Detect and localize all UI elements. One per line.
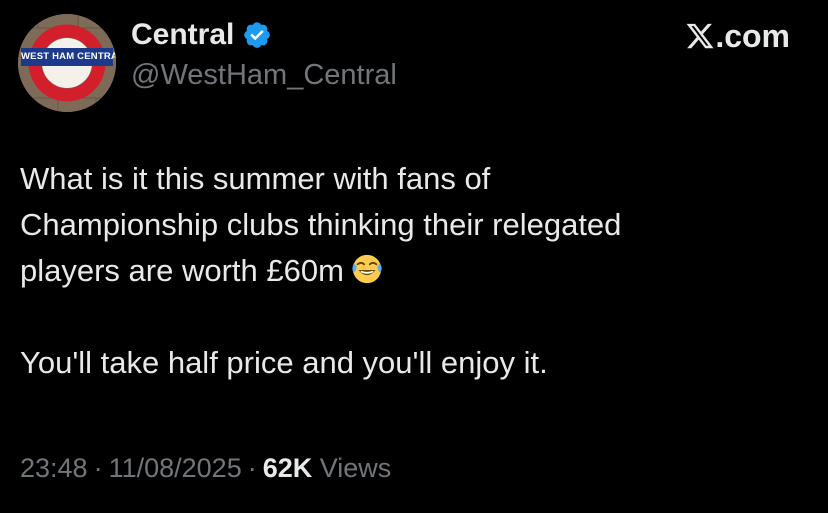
tweet-line-text: players are worth £60m: [20, 253, 344, 288]
tweet-line: What is it this summer with fans of: [20, 161, 491, 196]
tweet-line: You'll take half price and you'll enjoy …: [20, 345, 548, 380]
tweet-date[interactable]: 11/08/2025: [109, 453, 242, 483]
tweet-meta: 23:48 · 11/08/2025 · 62K Views: [20, 448, 391, 488]
tweet-time[interactable]: 23:48: [20, 453, 88, 483]
views-count[interactable]: 62K: [263, 453, 313, 483]
tweet-card: WEST HAM CENTRAL Central @WestHam_Centra…: [0, 0, 828, 513]
avatar-label: WEST HAM CENTRAL: [21, 48, 116, 66]
meta-separator: ·: [93, 453, 103, 483]
face-with-tears-of-joy-icon: [350, 252, 384, 286]
meta-separator: ·: [247, 453, 257, 483]
tweet-line: Championship clubs thinking their relega…: [20, 207, 622, 242]
verified-badge-icon: [242, 20, 272, 50]
site-brand: .com: [685, 16, 790, 56]
views-label: Views: [319, 453, 392, 483]
handle[interactable]: @WestHam_Central: [131, 56, 397, 94]
x-logo-icon: [685, 21, 715, 51]
tweet-text: What is it this summer with fans of Cham…: [20, 156, 800, 386]
display-name[interactable]: Central: [131, 15, 234, 55]
display-name-row[interactable]: Central: [131, 15, 272, 55]
site-domain: .com: [715, 18, 790, 54]
avatar[interactable]: WEST HAM CENTRAL: [18, 14, 116, 112]
tweet-line: players are worth £60m: [20, 248, 800, 294]
